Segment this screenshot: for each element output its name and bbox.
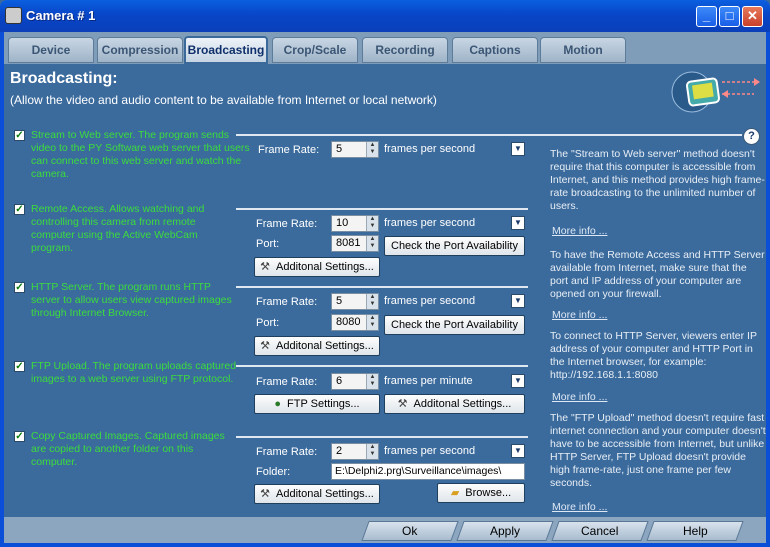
tab-motion[interactable]: Motion — [540, 37, 626, 63]
chevron-down-icon[interactable]: ▼ — [511, 444, 525, 458]
page-subtitle: (Allow the video and audio content to be… — [10, 93, 437, 107]
tab-crop-scale[interactable]: Crop/Scale — [272, 37, 358, 63]
tab-captions[interactable]: Captions — [452, 37, 538, 63]
copy-frame-unit-select[interactable]: frames per second ▼ — [384, 443, 525, 460]
frame-rate-label: Frame Rate: — [256, 218, 318, 230]
remote-access-checkbox[interactable]: ✓ — [14, 204, 25, 215]
tab-device[interactable]: Device — [8, 37, 94, 63]
ftp-additional-settings-button[interactable]: ⚒ Additonal Settings... — [384, 394, 525, 414]
maximize-button[interactable]: □ — [719, 6, 740, 27]
page-title: Broadcasting: — [10, 70, 118, 87]
help-icon[interactable]: ? — [743, 128, 760, 145]
window-border-right — [766, 32, 770, 547]
ftp-frame-unit-select[interactable]: frames per minute ▼ — [384, 373, 525, 390]
chevron-down-icon[interactable]: ▼ — [511, 142, 525, 156]
web-frame-unit-select[interactable]: frames per second ▼ — [384, 141, 525, 158]
spinner-arrows-icon[interactable]: ▲ ▼ — [366, 142, 378, 157]
copy-frame-rate-spinner[interactable]: 2 ▲ ▼ — [331, 443, 379, 460]
copy-additional-settings-button[interactable]: ⚒ Additonal Settings... — [254, 484, 380, 504]
title-bar[interactable]: Camera # 1 _ □ ✕ — [0, 0, 770, 32]
tools-icon: ⚒ — [260, 261, 271, 273]
separator — [236, 286, 528, 288]
remote-frame-rate-spinner[interactable]: 10 ▲ ▼ — [331, 215, 379, 232]
info-stream-web: The "Stream to Web server" method doesn'… — [550, 148, 765, 212]
window-border-bottom — [0, 543, 770, 547]
cancel-button[interactable]: Cancel — [551, 521, 649, 541]
port-label: Port: — [256, 317, 280, 329]
separator — [236, 134, 742, 136]
close-button[interactable]: ✕ — [742, 6, 763, 27]
tools-icon: ⚒ — [260, 488, 271, 500]
ftp-upload-description: FTP Upload. The program uploads captured… — [31, 360, 237, 385]
spinner-arrows-icon[interactable]: ▲ ▼ — [366, 236, 378, 251]
separator — [236, 365, 528, 367]
http-check-port-button[interactable]: Check the Port Availability — [384, 315, 525, 335]
more-info-link-4[interactable]: More info ... — [552, 501, 607, 513]
info-http-connect: To connect to HTTP Server, viewers enter… — [550, 330, 757, 381]
tools-icon: ⚒ — [260, 340, 271, 352]
copy-folder-input[interactable]: E:\Delphi2.prg\Surveillance\images\ — [331, 463, 525, 480]
globe-icon: ● — [274, 398, 282, 410]
more-info-link-2[interactable]: More info ... — [552, 309, 607, 321]
chevron-down-icon[interactable]: ▼ — [511, 374, 525, 388]
spinner-arrows-icon[interactable]: ▲ ▼ — [366, 315, 378, 330]
remote-access-description: Remote Access. Allows watching and contr… — [31, 203, 205, 254]
apply-button[interactable]: Apply — [456, 521, 554, 541]
spinner-arrows-icon[interactable]: ▲ ▼ — [366, 294, 378, 309]
broadcast-logo-icon — [671, 71, 760, 113]
frame-rate-label: Frame Rate: — [256, 376, 318, 388]
remote-port-spinner[interactable]: 8081 ▲ ▼ — [331, 235, 379, 252]
browse-button[interactable]: ▰ Browse... — [437, 483, 525, 503]
info-ftp-upload: The "FTP Upload" method doesn't require … — [550, 412, 766, 489]
port-label: Port: — [256, 238, 280, 250]
ok-button[interactable]: Ok — [361, 521, 459, 541]
stream-web-checkbox[interactable]: ✓ — [14, 130, 25, 141]
more-info-link-3[interactable]: More info ... — [552, 391, 607, 403]
chevron-down-icon[interactable]: ▼ — [511, 216, 525, 230]
stream-web-description: Stream to Web server. The program sends … — [31, 129, 250, 180]
ftp-settings-button[interactable]: ● FTP Settings... — [254, 394, 380, 414]
ftp-frame-rate-spinner[interactable]: 6 ▲ ▼ — [331, 373, 379, 390]
remote-additional-settings-button[interactable]: ⚒ Additonal Settings... — [254, 257, 380, 277]
info-firewall: To have the Remote Access and HTTP Serve… — [550, 249, 765, 300]
more-info-link-1[interactable]: More info ... — [552, 225, 607, 237]
tab-broadcasting[interactable]: Broadcasting — [184, 36, 268, 64]
chevron-down-icon[interactable]: ▼ — [511, 294, 525, 308]
spinner-arrows-icon[interactable]: ▲ ▼ — [366, 444, 378, 459]
http-frame-rate-spinner[interactable]: 5 ▲ ▼ — [331, 293, 379, 310]
folder-label: Folder: — [256, 466, 291, 478]
remote-check-port-button[interactable]: Check the Port Availability — [384, 236, 525, 256]
ftp-upload-checkbox[interactable]: ✓ — [14, 361, 25, 372]
copy-images-checkbox[interactable]: ✓ — [14, 431, 25, 442]
spinner-arrows-icon[interactable]: ▲ ▼ — [366, 374, 378, 389]
frame-rate-label: Frame Rate: — [256, 296, 318, 308]
camera-app-icon — [5, 7, 22, 24]
web-frame-rate-spinner[interactable]: 5 ▲ ▼ — [331, 141, 379, 158]
minimize-button[interactable]: _ — [696, 6, 717, 27]
http-additional-settings-button[interactable]: ⚒ Additonal Settings... — [254, 336, 380, 356]
http-server-description: HTTP Server. The program runs HTTP serve… — [31, 281, 232, 319]
help-button[interactable]: Help — [646, 521, 744, 541]
frame-rate-label: Frame Rate: — [256, 446, 318, 458]
http-server-checkbox[interactable]: ✓ — [14, 282, 25, 293]
tab-compression[interactable]: Compression — [97, 37, 183, 63]
spinner-arrows-icon[interactable]: ▲ ▼ — [366, 216, 378, 231]
copy-images-description: Copy Captured Images. Captured images ar… — [31, 430, 225, 468]
tools-icon: ⚒ — [397, 398, 408, 410]
http-port-spinner[interactable]: 8080 ▲ ▼ — [331, 314, 379, 331]
http-frame-unit-select[interactable]: frames per second ▼ — [384, 293, 525, 310]
folder-icon: ▰ — [450, 487, 460, 499]
separator — [236, 208, 528, 210]
window-title: Camera # 1 — [26, 8, 96, 23]
tab-recording[interactable]: Recording — [362, 37, 448, 63]
frame-rate-label: Frame Rate: — [258, 144, 320, 156]
remote-frame-unit-select[interactable]: frames per second ▼ — [384, 215, 525, 232]
separator — [236, 436, 528, 438]
